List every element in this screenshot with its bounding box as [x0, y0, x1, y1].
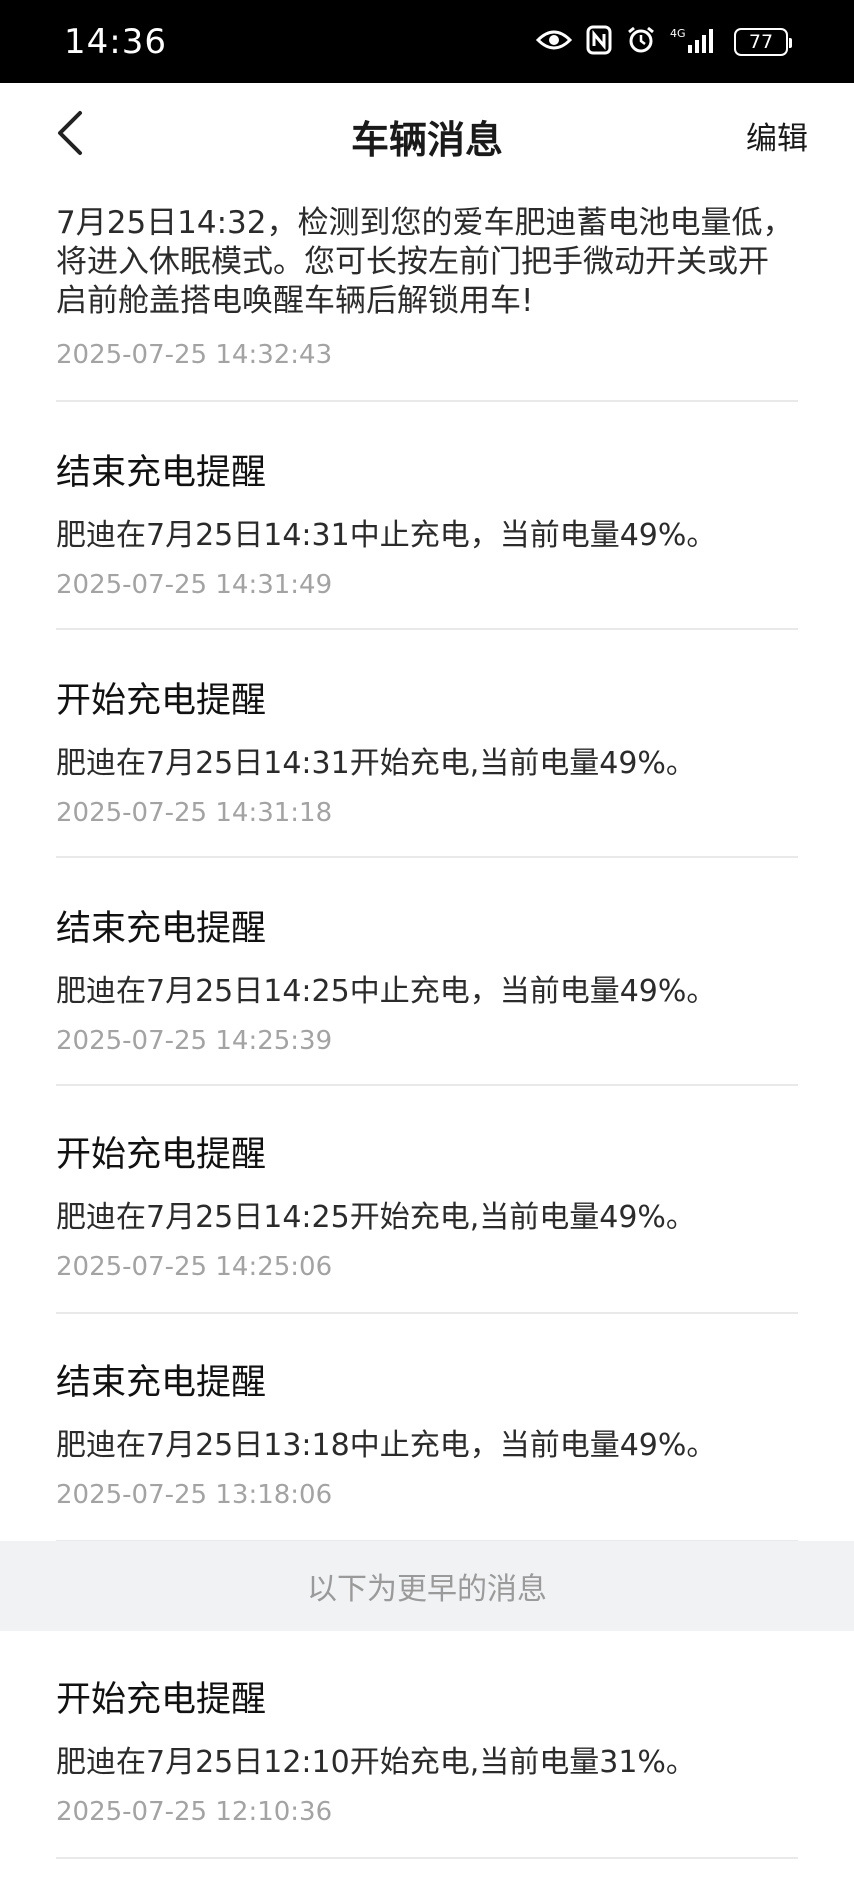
message-time: 2025-07-25 14:25:06 — [56, 1252, 333, 1282]
message-item[interactable]: 结束充电提醒 肥迪在7月25日13:18中止充电，当前电量49%。 2025-0… — [56, 1314, 798, 1542]
nfc-icon — [586, 25, 612, 59]
message-time: 2025-07-25 12:10:36 — [56, 1797, 333, 1827]
status-icons: 4G 77 — [535, 24, 792, 60]
message-body: 肥迪在7月25日14:31中止充电，当前电量49%。 — [56, 518, 717, 553]
earlier-messages-banner: 以下为更早的消息 — [0, 1541, 854, 1631]
message-body: 肥迪在7月25日14:25中止充电，当前电量49%。 — [56, 974, 717, 1009]
message-title: 结束充电提醒 — [56, 909, 267, 949]
message-title: 开始充电提醒 — [56, 1680, 267, 1720]
page-title: 车辆消息 — [350, 118, 503, 162]
message-item[interactable]: 开始充电提醒 肥迪在7月25日14:31开始充电,当前电量49%。 2025-0… — [56, 630, 798, 858]
message-item[interactable]: 开始充电提醒 肥迪在7月25日14:25开始充电,当前电量49%。 2025-0… — [56, 1086, 798, 1314]
message-item[interactable]: 结束充电提醒 肥迪在7月25日14:25中止充电，当前电量49%。 2025-0… — [56, 858, 798, 1086]
message-time: 2025-07-25 14:31:18 — [56, 798, 333, 828]
message-body: 7月25日14:32，检测到您的爱车肥迪蓄电池电量低，将进入休眠模式。您可长按左… — [56, 205, 794, 319]
alarm-icon — [626, 25, 656, 59]
status-bar: 14:36 4G 77 — [0, 0, 854, 83]
app-header: 车辆消息 编辑 — [0, 83, 854, 183]
message-body: 肥迪在7月25日14:25开始充电,当前电量49%。 — [56, 1200, 696, 1235]
message-body: 肥迪在7月25日14:31开始充电,当前电量49%。 — [56, 746, 696, 781]
message-body: 肥迪在7月25日12:10开始充电,当前电量31%。 — [56, 1745, 696, 1780]
eye-icon — [535, 28, 573, 56]
message-time: 2025-07-25 14:31:49 — [56, 570, 333, 600]
message-time: 2025-07-25 13:18:06 — [56, 1480, 333, 1510]
message-item[interactable]: 开始充电提醒 肥迪在7月25日12:10开始充电,当前电量31%。 2025-0… — [56, 1631, 798, 1859]
message-title: 开始充电提醒 — [56, 681, 267, 721]
battery-level: 77 — [748, 31, 774, 53]
message-title: 结束充电提醒 — [56, 453, 267, 493]
network-label: 4G — [670, 27, 686, 40]
message-time: 2025-07-25 14:32:43 — [56, 340, 333, 370]
signal-icon: 4G — [670, 25, 720, 59]
status-time: 14:36 — [64, 22, 167, 62]
message-item[interactable]: 结束充电提醒 肥迪在7月25日14:31中止充电，当前电量49%。 2025-0… — [56, 402, 798, 630]
edit-button[interactable]: 编辑 — [746, 113, 808, 158]
message-body: 肥迪在7月25日13:18中止充电，当前电量49%。 — [56, 1428, 717, 1463]
message-title: 开始充电提醒 — [56, 1135, 267, 1175]
message-item[interactable]: 7月25日14:32，检测到您的爱车肥迪蓄电池电量低，将进入休眠模式。您可长按左… — [56, 196, 798, 402]
message-time: 2025-07-25 14:25:39 — [56, 1026, 333, 1056]
message-title: 结束充电提醒 — [56, 1363, 267, 1403]
battery-icon: 77 — [734, 28, 792, 56]
earlier-messages-label: 以下为更早的消息 — [307, 1572, 547, 1607]
